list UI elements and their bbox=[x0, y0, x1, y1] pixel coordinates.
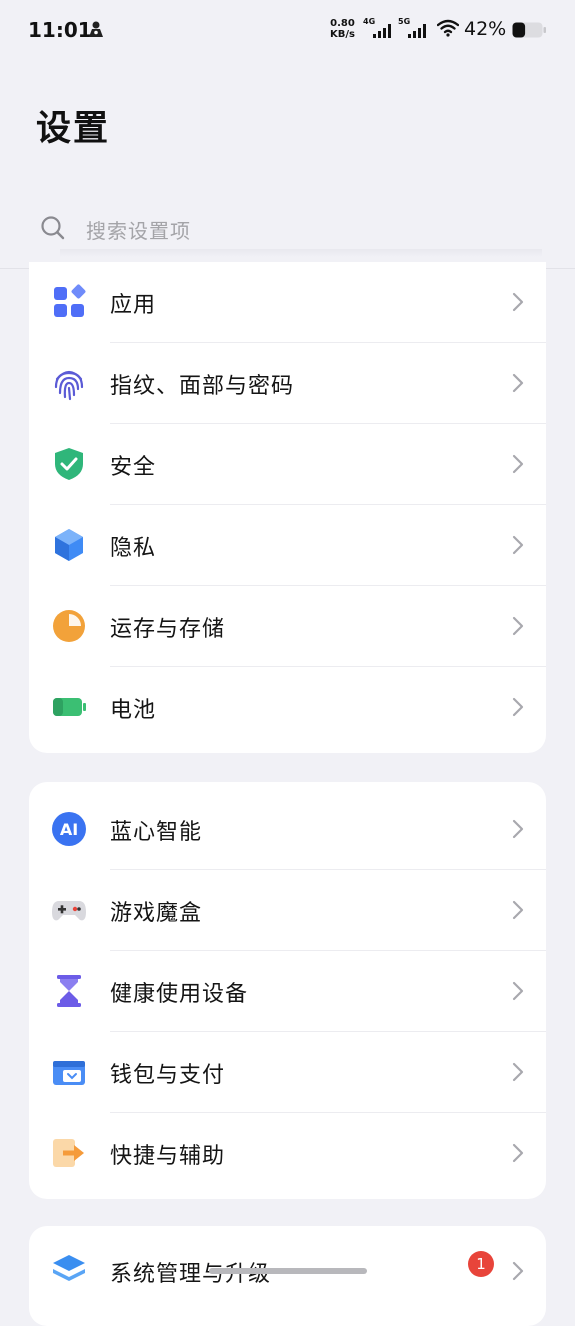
chevron-right-icon bbox=[512, 1261, 524, 1281]
settings-group-3: 系统管理与升级 1 bbox=[29, 1226, 546, 1326]
chevron-right-icon bbox=[512, 535, 524, 555]
shortcut-icon bbox=[53, 1139, 84, 1167]
signal-4g-icon: 4G bbox=[363, 17, 393, 40]
battery-icon bbox=[53, 698, 86, 716]
chevron-right-icon bbox=[512, 1062, 524, 1082]
chevron-right-icon bbox=[512, 373, 524, 393]
settings-item-label: 指纹、面部与密码 bbox=[110, 374, 295, 399]
settings-item-label: 快捷与辅助 bbox=[110, 1144, 226, 1169]
settings-item-healthy-use[interactable]: 健康使用设备 bbox=[29, 951, 546, 1032]
chevron-right-icon bbox=[512, 616, 524, 636]
battery-percent: 42% bbox=[464, 18, 507, 40]
search-placeholder[interactable]: 搜索设置项 bbox=[86, 215, 191, 244]
person-notification-icon bbox=[89, 21, 103, 37]
page-title: 设置 bbox=[36, 109, 111, 149]
privacy-cube-icon bbox=[55, 529, 83, 561]
network-speed-unit: KB/s bbox=[330, 29, 355, 40]
settings-item-battery[interactable]: 电池 bbox=[29, 667, 546, 748]
wifi-icon bbox=[437, 19, 459, 37]
apps-icon bbox=[54, 284, 86, 317]
settings-item-security[interactable]: 安全 bbox=[29, 424, 546, 505]
settings-item-label: 健康使用设备 bbox=[110, 982, 249, 1007]
settings-item-label: 游戏魔盒 bbox=[110, 901, 203, 926]
update-badge: 1 bbox=[468, 1251, 494, 1277]
settings-item-label: 蓝心智能 bbox=[110, 820, 203, 845]
settings-item-game-box[interactable]: 游戏魔盒 bbox=[29, 870, 546, 951]
chevron-right-icon bbox=[512, 454, 524, 474]
gamepad-icon bbox=[52, 901, 86, 921]
status-time: 11:01 bbox=[28, 18, 92, 42]
ai-icon: AI bbox=[52, 812, 86, 846]
search-icon bbox=[41, 216, 65, 240]
settings-item-label: 电池 bbox=[110, 698, 157, 723]
settings-item-ai[interactable]: AI 蓝心智能 bbox=[29, 789, 546, 870]
fingerprint-icon bbox=[54, 370, 84, 401]
chevron-right-icon bbox=[512, 819, 524, 839]
settings-item-label: 应用 bbox=[110, 293, 157, 318]
chevron-right-icon bbox=[512, 1143, 524, 1163]
settings-item-fingerprint[interactable]: 指纹、面部与密码 bbox=[29, 343, 546, 424]
chevron-right-icon bbox=[512, 981, 524, 1001]
settings-item-storage[interactable]: 运存与存储 bbox=[29, 586, 546, 667]
chevron-right-icon bbox=[512, 292, 524, 312]
chevron-right-icon bbox=[512, 900, 524, 920]
settings-group-2: AI 蓝心智能 游戏魔盒 健康使用设备 钱包与支付 快捷与辅助 bbox=[29, 782, 546, 1199]
search-bar[interactable]: 搜索设置项 bbox=[30, 200, 542, 257]
settings-item-label: 钱包与支付 bbox=[110, 1063, 226, 1088]
shield-icon bbox=[55, 448, 83, 480]
hourglass-icon bbox=[57, 975, 81, 1007]
settings-item-wallet[interactable]: 钱包与支付 bbox=[29, 1032, 546, 1113]
chevron-right-icon bbox=[512, 697, 524, 717]
settings-group-1: 应用 指纹、面部与密码 安全 隐私 运存与存储 电池 bbox=[29, 262, 546, 753]
status-bar: 11:01 0.80 KB/s 4G 5G 42% bbox=[0, 0, 575, 60]
settings-item-label: 隐私 bbox=[110, 536, 157, 561]
wallet-icon bbox=[53, 1061, 85, 1085]
signal-5g-icon: 5G bbox=[398, 17, 428, 40]
settings-item-privacy[interactable]: 隐私 bbox=[29, 505, 546, 586]
storage-pie-icon bbox=[53, 610, 85, 642]
home-indicator[interactable] bbox=[209, 1268, 367, 1274]
settings-item-label: 安全 bbox=[110, 455, 157, 480]
settings-item-apps[interactable]: 应用 bbox=[29, 262, 546, 343]
system-layers-icon bbox=[53, 1255, 85, 1281]
network-speed-value: 0.80 bbox=[330, 18, 355, 29]
network-speed: 0.80 KB/s bbox=[330, 18, 355, 40]
settings-item-shortcuts[interactable]: 快捷与辅助 bbox=[29, 1113, 546, 1194]
settings-item-label: 运存与存储 bbox=[110, 617, 226, 642]
ai-icon-text: AI bbox=[60, 820, 78, 839]
status-battery-icon bbox=[512, 22, 546, 38]
